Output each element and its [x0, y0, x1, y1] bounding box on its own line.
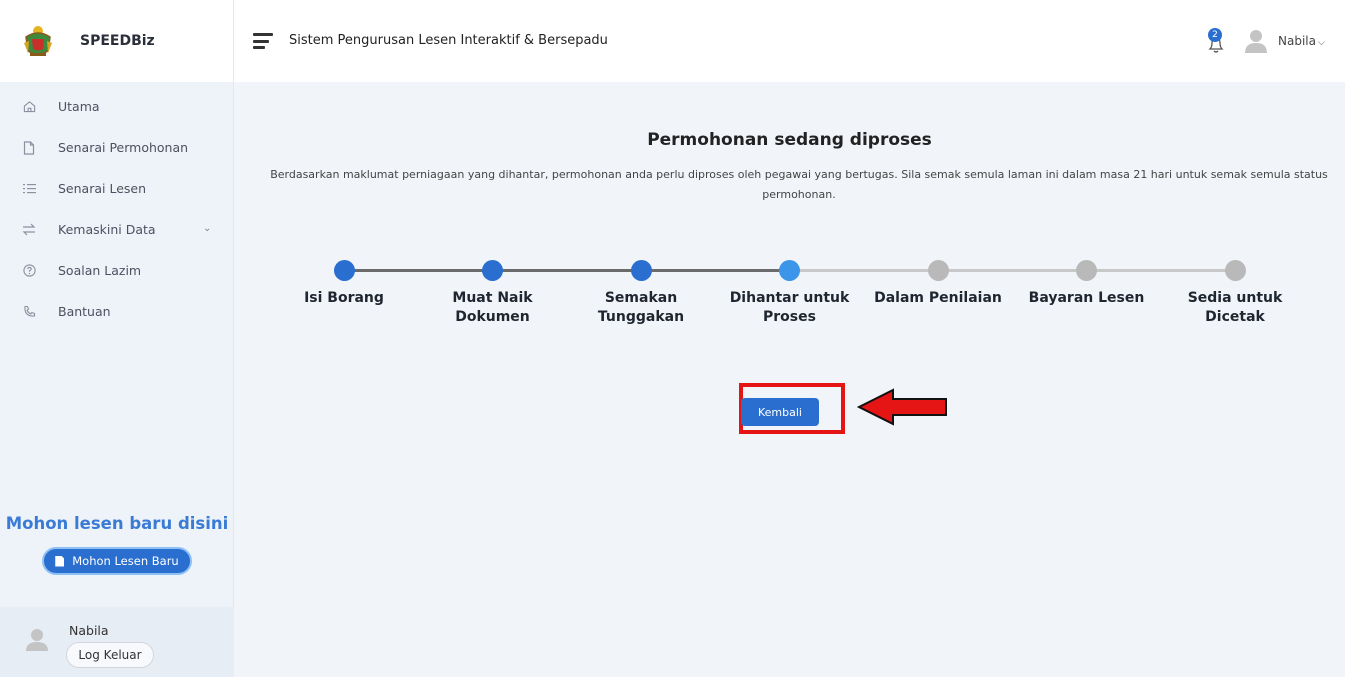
sidebar-item-label: Senarai Permohonan	[58, 140, 189, 155]
step-marker	[333, 260, 355, 281]
help-circle-icon	[22, 264, 36, 278]
back-button[interactable]: Kembali	[741, 398, 819, 426]
step-label: Sedia untuk Dicetak	[1187, 290, 1283, 325]
sidebar-item-senarai-permohonan[interactable]: Senarai Permohonan	[0, 127, 233, 168]
header-user-name: Nabila	[1278, 34, 1316, 48]
file-icon	[55, 555, 65, 567]
step-label: Isi Borang	[304, 290, 384, 306]
user-menu[interactable]: Nabila ⌵	[1278, 34, 1325, 48]
brand-name: SPEEDBiz	[80, 33, 155, 49]
sidebar-item-soalan-lazim[interactable]: Soalan Lazim	[0, 250, 233, 291]
step-label: Bayaran Lesen	[1028, 290, 1145, 306]
red-arrow-icon	[857, 388, 947, 426]
home-icon	[22, 100, 36, 114]
document-icon	[22, 140, 36, 155]
stepper-connector	[344, 269, 493, 272]
step-label: Dihantar untuk Proses	[729, 290, 850, 325]
step-marker	[927, 260, 949, 281]
menu-toggle-icon[interactable]	[253, 33, 273, 49]
sidebar-item-senarai-lesen[interactable]: Senarai Lesen	[0, 168, 233, 209]
step-marker	[482, 260, 503, 281]
sidebar-nav: Utama Senarai Permohonan Senarai Lesen K…	[0, 82, 233, 332]
step-marker	[630, 260, 652, 281]
progress-stepper: Isi Borang Muat Naik Dokumen Semakan Tungg…	[234, 82, 1345, 382]
crest-logo-icon	[24, 26, 52, 56]
chevron-down-icon: ⌵	[1317, 38, 1325, 48]
logout-button[interactable]: Log Keluar	[66, 642, 154, 668]
sidebar-item-kemaskini-data[interactable]: Kemaskini Data ⌄	[0, 209, 233, 250]
stepper-connector	[789, 269, 938, 272]
sidebar-item-label: Senarai Lesen	[58, 181, 147, 196]
stepper-connector	[492, 269, 641, 272]
chevron-down-icon[interactable]: ⌄	[203, 223, 211, 234]
sidebar-user-panel: Nabila Log Keluar	[0, 607, 234, 677]
list-icon	[22, 182, 36, 196]
user-avatar-icon	[22, 624, 52, 654]
top-header: Sistem Pengurusan Lesen Interaktif & Ber…	[234, 0, 1345, 82]
main-content: Permohonan sedang diproses Berdasarkan m…	[234, 82, 1345, 677]
new-license-button[interactable]: Mohon Lesen Baru	[42, 547, 192, 575]
new-license-button-label: Mohon Lesen Baru	[72, 554, 179, 568]
promo-title: Mohon lesen baru disini	[5, 514, 229, 533]
step-marker	[1076, 260, 1097, 281]
stepper-connector	[641, 269, 790, 272]
sidebar-user-name: Nabila	[69, 623, 109, 638]
step-marker	[779, 260, 800, 281]
brand[interactable]: SPEEDBiz	[0, 0, 233, 82]
swap-icon	[22, 223, 36, 237]
step-label: Dalam Penilaian	[874, 290, 1002, 306]
step-label: Muat Naik Dokumen	[452, 290, 533, 325]
sidebar: SPEEDBiz Utama Senarai Permohonan Senara…	[0, 0, 234, 677]
stepper-connector	[938, 269, 1087, 272]
stepper-connector	[1086, 269, 1235, 272]
sidebar-item-label: Bantuan	[58, 304, 111, 319]
notification-count-badge: 2	[1208, 28, 1222, 42]
user-avatar-icon[interactable]	[1243, 27, 1269, 53]
step-label: Semakan Tunggakan	[597, 290, 685, 325]
app-title: Sistem Pengurusan Lesen Interaktif & Ber…	[289, 33, 608, 48]
sidebar-item-utama[interactable]: Utama	[0, 86, 233, 127]
sidebar-item-label: Kemaskini Data	[58, 222, 156, 237]
phone-icon	[22, 305, 36, 319]
sidebar-item-label: Soalan Lazim	[58, 263, 142, 278]
sidebar-item-bantuan[interactable]: Bantuan	[0, 291, 233, 332]
step-marker	[1224, 260, 1246, 281]
new-license-promo: Mohon lesen baru disini Mohon Lesen Baru	[0, 514, 234, 575]
sidebar-item-label: Utama	[58, 99, 100, 114]
